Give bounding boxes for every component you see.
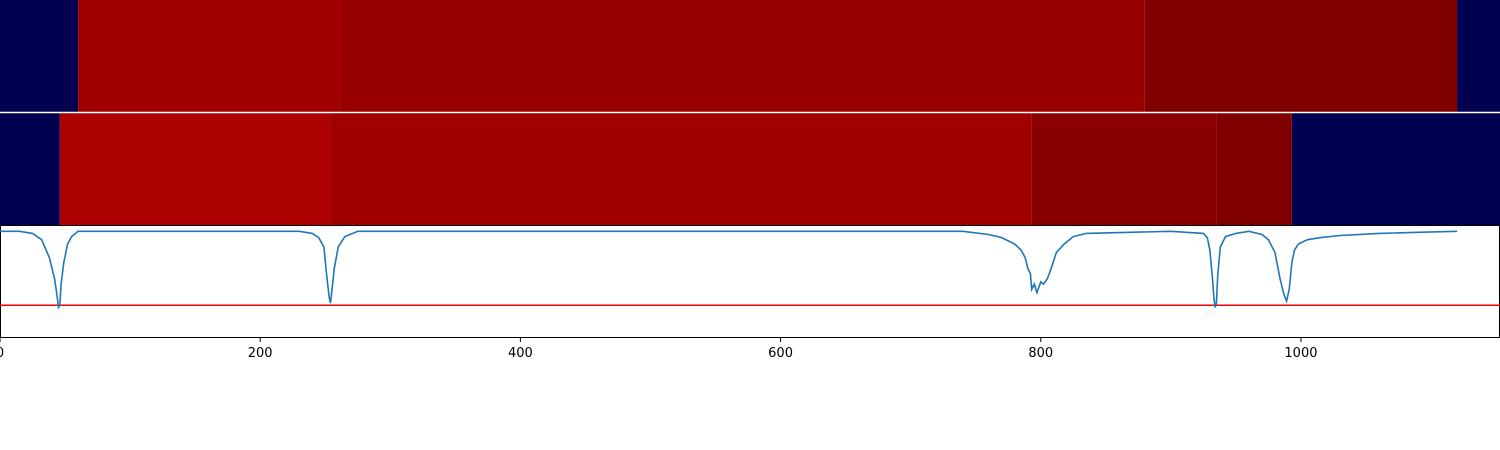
x-tick-label-1000: 1000 [1284,346,1317,361]
heatmap-row-1 [0,0,1500,112]
heatmap-row-2-segment-3 [330,113,1032,225]
signal-panel [0,225,1500,338]
x-axis: 0 200 400 600 800 1000 [0,338,1318,361]
x-tick-label-600: 600 [768,346,793,361]
signal-panel-frame [0,225,1500,338]
heatmap-row-1-segment-5 [1457,0,1500,112]
heatmap-row-1-segment-2 [78,0,340,112]
heatmap-row-1-segment-3 [339,0,1145,112]
heatmap-row-2 [0,113,1500,225]
heatmap-row-2-segment-2 [59,113,331,225]
heatmap-row-1-segment-1 [0,0,79,112]
heatmap-row-2-segment-1 [0,113,60,225]
x-tick-label-400: 400 [508,346,533,361]
heatmap-row-2-segment-4 [1031,113,1217,225]
heatmap-row-2-segment-6 [1291,113,1500,225]
x-tick-label-200: 200 [248,346,273,361]
heatmap-row-2-segment-5 [1216,113,1292,225]
x-tick-label-0: 0 [0,346,4,361]
heatmap-row-1-segment-4 [1144,0,1458,112]
x-tick-label-800: 800 [1028,346,1053,361]
chart: 0 200 400 600 800 1000 [0,0,1500,361]
